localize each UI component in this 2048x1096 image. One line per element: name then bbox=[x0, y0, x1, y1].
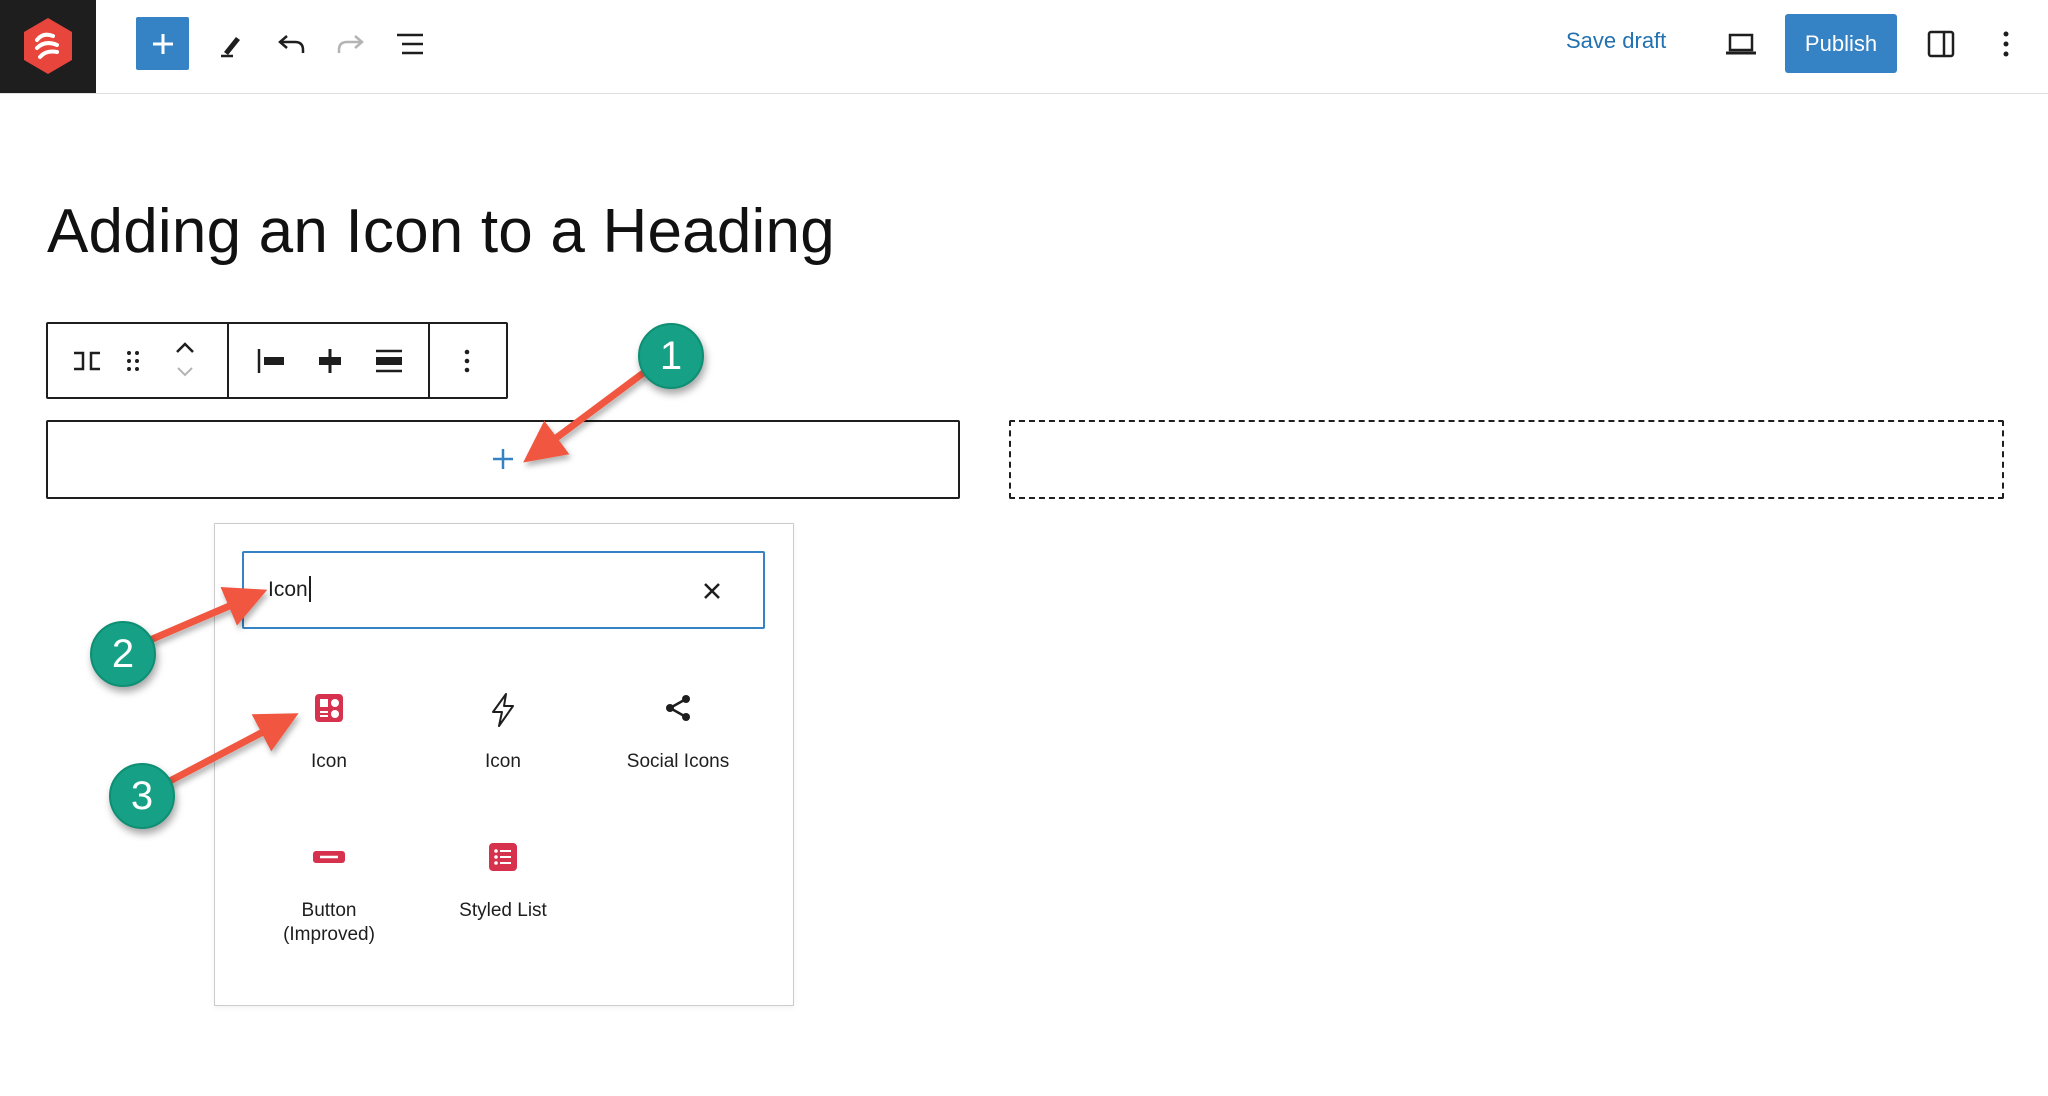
settings-sidebar-toggle[interactable] bbox=[1922, 26, 1960, 62]
preview-button[interactable] bbox=[1722, 26, 1760, 62]
block-result-social-icons[interactable]: Social Icons bbox=[598, 692, 758, 774]
block-result-label: Icon bbox=[485, 751, 521, 772]
post-title[interactable]: Adding an Icon to a Heading bbox=[47, 196, 835, 267]
lightning-icon bbox=[492, 693, 514, 727]
block-result-button-improved[interactable]: Button (Improved) bbox=[249, 841, 409, 947]
list-view-icon bbox=[397, 33, 423, 55]
block-result-label: Social Icons bbox=[626, 751, 730, 772]
callout-badge-3: 3 bbox=[109, 763, 175, 829]
drag-handle[interactable] bbox=[118, 342, 148, 380]
tools-button[interactable] bbox=[214, 26, 250, 62]
justify-stretch-icon bbox=[376, 349, 402, 373]
move-up-down-button[interactable] bbox=[168, 336, 202, 384]
block-inserter-button[interactable] bbox=[136, 17, 189, 70]
redo-button[interactable] bbox=[333, 26, 369, 62]
columns-icon bbox=[74, 351, 100, 371]
block-search-input[interactable] bbox=[242, 551, 765, 629]
publish-button[interactable]: Publish bbox=[1785, 14, 1897, 73]
clear-search-button[interactable] bbox=[697, 576, 727, 606]
document-overview-button[interactable] bbox=[392, 26, 428, 62]
toolbar-divider bbox=[227, 324, 229, 397]
block-result-label-line-1: Button bbox=[301, 900, 357, 921]
undo-button[interactable] bbox=[273, 26, 309, 62]
styled-list-icon bbox=[489, 843, 517, 871]
block-type-button[interactable] bbox=[68, 342, 106, 380]
justify-stretch-button[interactable] bbox=[369, 342, 409, 380]
laptop-icon bbox=[1726, 33, 1756, 55]
more-options-icon bbox=[464, 349, 470, 373]
justify-left-button[interactable] bbox=[251, 342, 291, 380]
sidebar-toggle-icon bbox=[1927, 30, 1955, 58]
kebab-icon bbox=[2003, 31, 2009, 57]
site-logo-icon bbox=[24, 18, 72, 74]
drag-handle-icon bbox=[127, 351, 139, 371]
column-block-empty[interactable] bbox=[1009, 420, 2004, 499]
column-add-block-button[interactable] bbox=[488, 444, 518, 474]
justify-center-icon bbox=[319, 349, 341, 373]
redo-icon bbox=[337, 35, 364, 53]
block-result-label-line-2: (Improved) bbox=[283, 924, 375, 945]
block-result-label: Icon bbox=[311, 751, 347, 772]
block-result-icon-lightning[interactable]: Icon bbox=[423, 692, 583, 774]
block-search-value[interactable]: Icon bbox=[268, 578, 308, 602]
pencil-icon bbox=[221, 37, 240, 58]
share-icon bbox=[666, 695, 690, 721]
icon-block-icon bbox=[315, 694, 343, 722]
move-up-down-icon bbox=[176, 342, 194, 377]
site-logo[interactable] bbox=[0, 0, 96, 93]
plus-icon bbox=[152, 33, 173, 54]
undo-icon bbox=[278, 35, 305, 53]
close-icon bbox=[704, 583, 720, 599]
callout-badge-2: 2 bbox=[90, 621, 156, 687]
block-result-icon[interactable]: Icon bbox=[249, 692, 409, 774]
block-options-button[interactable] bbox=[452, 342, 482, 380]
button-block-icon bbox=[313, 851, 345, 863]
text-caret bbox=[309, 576, 311, 602]
block-result-label: Styled List bbox=[459, 900, 547, 921]
justify-left-icon bbox=[257, 349, 284, 373]
plus-icon bbox=[493, 449, 513, 469]
options-menu-button[interactable] bbox=[1988, 26, 2024, 62]
block-toolbar bbox=[46, 322, 508, 399]
save-draft-button[interactable]: Save draft bbox=[1566, 28, 1666, 54]
justify-center-button[interactable] bbox=[310, 342, 350, 380]
toolbar-divider bbox=[428, 324, 430, 397]
block-result-styled-list[interactable]: Styled List bbox=[423, 841, 583, 923]
callout-badge-1: 1 bbox=[638, 323, 704, 389]
